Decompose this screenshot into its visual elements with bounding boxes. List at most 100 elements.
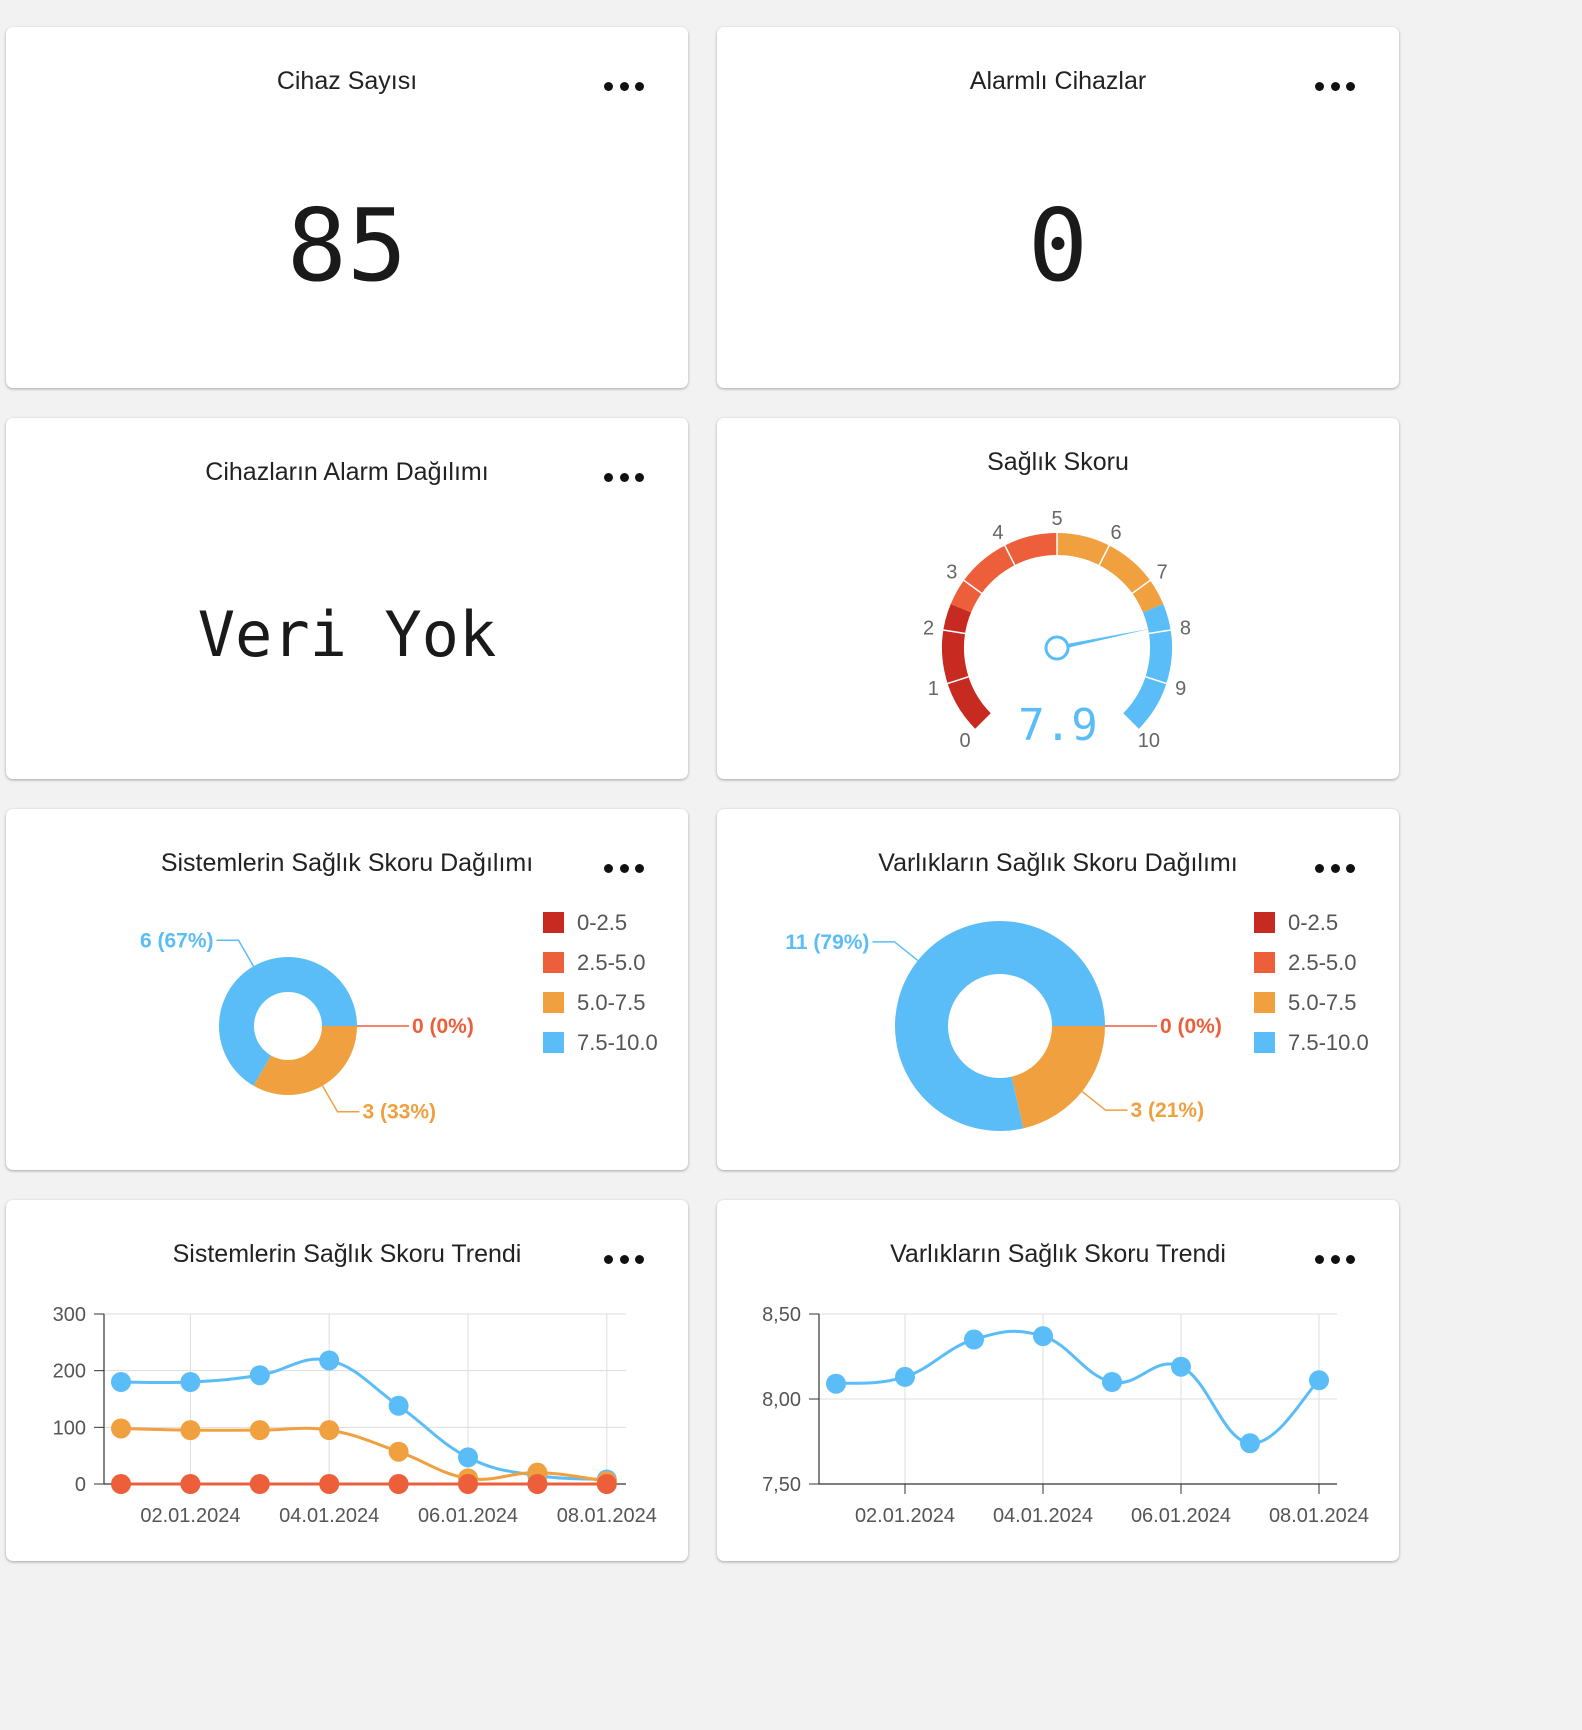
pie-slice-label: 11 (79%) [785,931,869,954]
gauge-tick-label: 5 [1051,508,1062,530]
y-tick-label: 300 [53,1304,86,1326]
assets-trend-chart: 7,50 8,00 8,50 02.01.2024 04.01.2024 06.01.20… [762,1304,1369,1527]
data-point [826,1373,846,1394]
device-count-value: 85 [286,187,408,304]
data-point [388,1441,409,1462]
legend-swatch [1254,912,1275,933]
y-tick-label: 0 [75,1474,86,1496]
data-point [596,1474,617,1494]
legend-label: 0-2.5 [1288,910,1338,935]
card-title: Cihazların Alarm Dağılımı [205,458,489,486]
legend-label: 0-2.5 [577,910,627,935]
y-tick-label: 7,50 [762,1474,801,1496]
legend-swatch [1254,992,1275,1013]
data-point [180,1372,201,1392]
data-point [319,1420,340,1441]
x-tick-label: 06.01.2024 [418,1505,518,1527]
pie-slice-label: 3 (33%) [363,1101,437,1124]
alarm-distribution-card: Cihazların Alarm Dağılımı Veri Yok [6,418,688,779]
pie-slice-label: 3 (21%) [1131,1099,1205,1122]
systems-trend-card: Sistemlerin Sağlık Skoru Trendi 0 100 200 3… [6,1200,688,1561]
assets-distribution-card: Varlıkların Sağlık Skoru Dağılımı 11 (79… [717,809,1399,1170]
pie-slice-label: 0 (0%) [1160,1015,1222,1038]
legend-swatch [1254,1032,1275,1053]
legend-label: 5.0-7.5 [577,990,646,1015]
data-point [527,1474,548,1494]
legend-swatch [543,992,564,1013]
pie-label-line [321,1085,360,1113]
data-point [1033,1326,1053,1347]
x-tick-label: 08.01.2024 [1269,1505,1369,1527]
card-title: Cihaz Sayısı [276,67,418,95]
alarmed-devices-card: Alarmlı Cihazlar 0 [717,27,1399,388]
x-tick-label: 06.01.2024 [1131,1505,1231,1527]
card-title: Alarmlı Cihazlar [969,67,1147,95]
y-tick-label: 8,50 [762,1304,801,1326]
legend-swatch [543,912,564,933]
x-tick-label: 08.01.2024 [557,1505,657,1527]
gauge-needle [1056,628,1152,651]
x-tick-label: 04.01.2024 [993,1505,1093,1527]
data-point [180,1474,201,1494]
health-score-card: Sağlık Skoru 0 1 2 3 4 5 6 7 8 9 10 7.9 [717,418,1399,779]
gauge-needle-hub [1044,635,1070,661]
legend-label: 7.5-10.0 [1288,1030,1369,1055]
gauge-tick-label: 9 [1175,678,1186,700]
data-point [1171,1356,1191,1377]
data-point [1102,1372,1122,1392]
gauge-tick-label: 7 [1157,562,1168,584]
data-point [111,1372,131,1392]
pie-label-line [872,941,919,962]
x-tick-label: 02.01.2024 [855,1505,955,1527]
gauge-tick-label: 4 [992,522,1003,544]
data-point [388,1474,409,1494]
pie-slice-5.0-7.5 [253,1026,357,1095]
pie-label-line [216,939,255,967]
assets-distribution-chart: 11 (79%) 0 (0%) 3 (21%) 0-2.5 2.5-5.0 5.0-7.5… [785,910,1369,1131]
data-point [319,1350,340,1371]
pie-slice-label: 6 (67%) [140,929,214,952]
data-point [1240,1433,1260,1454]
health-score-value: 7.9 [1018,700,1098,751]
data-point [249,1420,270,1441]
data-point [895,1366,915,1387]
y-tick-label: 200 [53,1361,86,1383]
alarmed-devices-value: 0 [1027,187,1089,304]
legend-label: 2.5-5.0 [1288,950,1357,975]
pie-label-line [1081,1090,1128,1111]
legend-swatch [543,1032,564,1053]
device-count-card: Cihaz Sayısı 85 [6,27,688,388]
x-tick-label: 02.01.2024 [140,1505,240,1527]
gauge-tick-label: 2 [923,618,934,640]
gauge-tick-label: 8 [1180,618,1191,640]
data-point [388,1395,409,1416]
systems-distribution-chart: 6 (67%) 0 (0%) 3 (33%) 0-2.5 2.5-5.0 5.0-7.5 7… [140,910,658,1124]
gauge-tick-label: 6 [1110,522,1121,544]
data-point [249,1365,270,1386]
data-point [319,1474,340,1494]
no-data-text: Veri Yok [197,598,497,671]
systems-distribution-card: Sistemlerin Sağlık Skoru Dağılımı 6 (67%… [6,809,688,1170]
data-point [111,1418,131,1439]
data-point [458,1447,478,1468]
data-point [111,1474,131,1494]
more-menu-icon[interactable] [604,79,644,93]
data-point [964,1329,984,1350]
legend-label: 5.0-7.5 [1288,990,1357,1015]
y-tick-label: 8,00 [762,1389,801,1411]
more-menu-icon[interactable] [604,470,644,484]
data-point [180,1420,201,1441]
data-point [458,1474,478,1494]
legend-swatch [543,952,564,973]
x-tick-label: 04.01.2024 [279,1505,379,1527]
pie-slice-5.0-7.5 [1011,1026,1105,1129]
legend-label: 2.5-5.0 [577,950,646,975]
more-menu-icon[interactable] [1315,79,1355,93]
series-line [835,1329,1321,1445]
legend-label: 7.5-10.0 [577,1030,658,1055]
data-point [249,1474,270,1494]
pie-slice-label: 0 (0%) [412,1015,474,1038]
legend-swatch [1254,952,1275,973]
data-point [1309,1370,1329,1391]
y-tick-label: 100 [53,1417,86,1439]
